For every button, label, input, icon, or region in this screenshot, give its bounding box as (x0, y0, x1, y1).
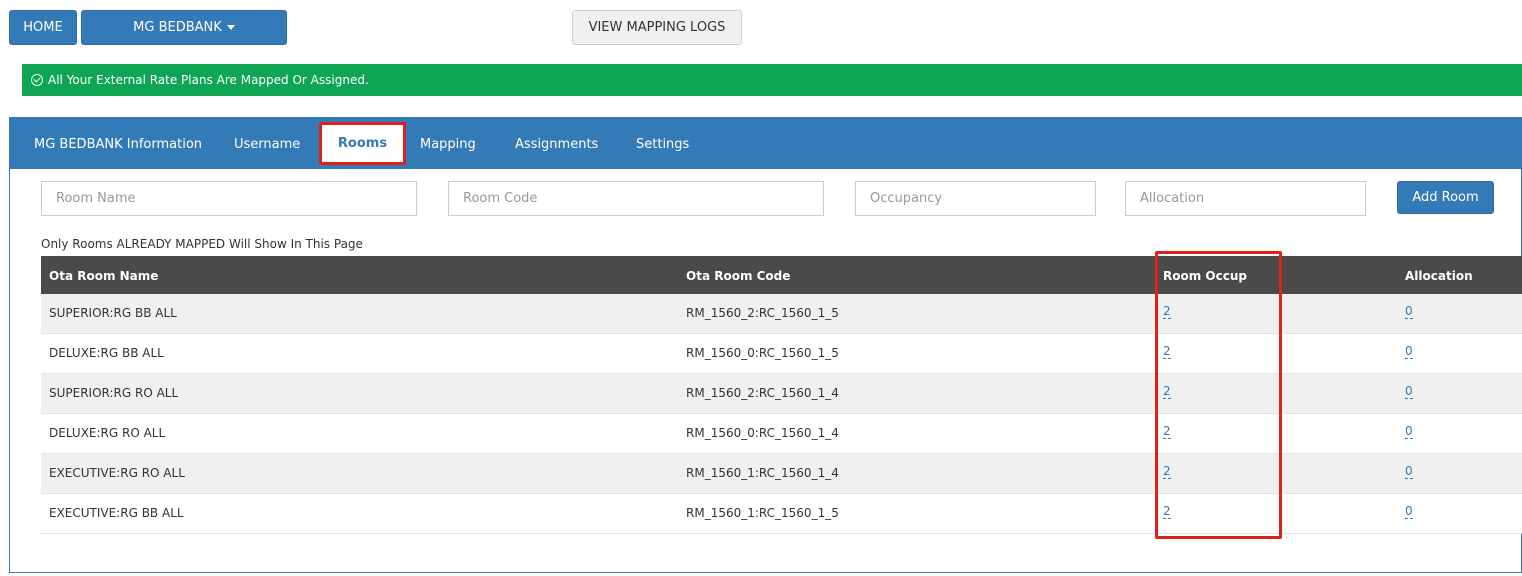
tab-settings[interactable]: Settings (636, 138, 689, 151)
tab-mapping[interactable]: Mapping (420, 138, 476, 151)
cell-room-name: EXECUTIVE:RG RO ALL (49, 466, 185, 480)
success-banner-text: All Your External Rate Plans Are Mapped … (48, 73, 369, 87)
rooms-table: Ota Room Name Ota Room Code Room Occup A… (41, 256, 1522, 536)
panel-tab-bar: MG BEDBANK Information Username Rooms Ma… (10, 118, 1522, 169)
allocation-link[interactable]: 0 (1405, 305, 1413, 319)
table-row: EXECUTIVE:RG BB ALL RM_1560_1:RC_1560_1_… (41, 494, 1522, 534)
allocation-link[interactable]: 0 (1405, 505, 1413, 519)
tab-assignments[interactable]: Assignments (515, 138, 598, 151)
room-name-placeholder: Room Name (56, 191, 136, 206)
table-row: SUPERIOR:RG RO ALL RM_1560_2:RC_1560_1_4… (41, 374, 1522, 414)
cell-room-code: RM_1560_2:RC_1560_1_5 (686, 306, 839, 320)
tab-bedbank-information[interactable]: MG BEDBANK Information (34, 138, 202, 151)
cell-room-code: RM_1560_0:RC_1560_1_5 (686, 346, 839, 360)
allocation-link[interactable]: 0 (1405, 465, 1413, 479)
room-code-input[interactable]: Room Code (448, 181, 824, 216)
check-circle-icon (31, 74, 43, 86)
cell-room-name: DELUXE:RG BB ALL (49, 346, 164, 360)
brand-dropdown-button[interactable]: MG BEDBANK (81, 10, 287, 45)
room-code-placeholder: Room Code (463, 191, 538, 206)
caret-down-icon (226, 25, 235, 30)
cell-room-code: RM_1560_2:RC_1560_1_4 (686, 386, 839, 400)
allocation-link[interactable]: 0 (1405, 425, 1413, 439)
tab-rooms-label: Rooms (337, 136, 388, 151)
table-row: DELUXE:RG BB ALL RM_1560_0:RC_1560_1_5 2… (41, 334, 1522, 374)
cell-room-code: RM_1560_1:RC_1560_1_4 (686, 466, 839, 480)
table-header-row: Ota Room Name Ota Room Code Room Occup A… (41, 256, 1522, 294)
room-name-input[interactable]: Room Name (41, 181, 417, 216)
table-row: SUPERIOR:RG BB ALL RM_1560_2:RC_1560_1_5… (41, 294, 1522, 334)
allocation-placeholder: Allocation (1140, 191, 1205, 206)
add-room-button[interactable]: Add Room (1397, 181, 1494, 214)
cell-room-code: RM_1560_1:RC_1560_1_5 (686, 506, 839, 520)
add-room-label: Add Room (1412, 190, 1479, 205)
cell-room-name: SUPERIOR:RG RO ALL (49, 386, 179, 400)
occupancy-input[interactable]: Occupancy (855, 181, 1096, 216)
mapped-rooms-note: Only Rooms ALREADY MAPPED Will Show In T… (41, 237, 363, 251)
allocation-input[interactable]: Allocation (1125, 181, 1366, 216)
home-button-label: HOME (23, 20, 63, 35)
tab-username[interactable]: Username (234, 138, 300, 151)
view-mapping-logs-label: VIEW MAPPING LOGS (588, 20, 726, 35)
allocation-link[interactable]: 0 (1405, 385, 1413, 399)
cell-room-code: RM_1560_0:RC_1560_1_4 (686, 426, 839, 440)
cell-room-name: SUPERIOR:RG BB ALL (49, 306, 177, 320)
cell-room-name: EXECUTIVE:RG BB ALL (49, 506, 184, 520)
header-ota-room-name: Ota Room Name (49, 269, 159, 283)
view-mapping-logs-button[interactable]: VIEW MAPPING LOGS (572, 10, 742, 45)
table-row: EXECUTIVE:RG RO ALL RM_1560_1:RC_1560_1_… (41, 454, 1522, 494)
tab-rooms[interactable]: Rooms (319, 122, 406, 165)
allocation-link[interactable]: 0 (1405, 345, 1413, 359)
occupancy-placeholder: Occupancy (870, 191, 943, 206)
header-allocation: Allocation (1405, 269, 1473, 283)
header-ota-room-code: Ota Room Code (686, 269, 791, 283)
room-occup-column-highlight (1155, 251, 1282, 539)
brand-dropdown-label: MG BEDBANK (133, 20, 222, 35)
cell-room-name: DELUXE:RG RO ALL (49, 426, 166, 440)
home-button[interactable]: HOME (9, 10, 77, 45)
rooms-panel: MG BEDBANK Information Username Rooms Ma… (9, 117, 1522, 573)
table-row: DELUXE:RG RO ALL RM_1560_0:RC_1560_1_4 2… (41, 414, 1522, 454)
success-banner: All Your External Rate Plans Are Mapped … (22, 64, 1522, 96)
